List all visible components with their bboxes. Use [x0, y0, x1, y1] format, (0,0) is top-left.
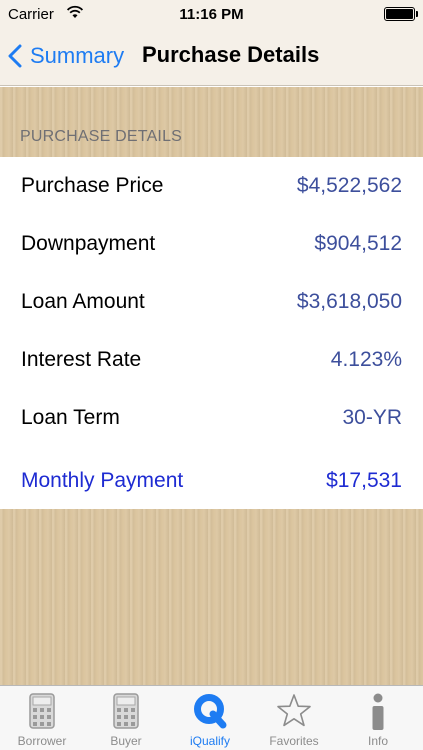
tab-label: Buyer [110, 734, 142, 748]
tab-favorites[interactable]: Favorites [252, 686, 336, 750]
calculator-icon [113, 693, 139, 729]
row-downpayment: Downpayment $904,512 [0, 215, 423, 273]
details-panel: Purchase Price $4,522,562 Downpayment $9… [0, 157, 423, 509]
status-bar: Carrier 11:16 PM [0, 0, 423, 30]
status-time: 11:16 PM [179, 6, 244, 23]
tab-bar: Borrower Buyer iQualify Favorites Info [0, 685, 423, 750]
row-label: Loan Amount [21, 290, 145, 313]
row-value: $17,531 [326, 469, 402, 492]
row-label: Downpayment [21, 232, 156, 255]
tab-label: iQualify [189, 734, 230, 748]
chevron-left-icon [8, 44, 22, 68]
row-monthly-payment: Monthly Payment $17,531 [0, 452, 423, 510]
battery-icon [384, 7, 418, 21]
row-value: $3,618,050 [296, 290, 402, 313]
tab-iqualify[interactable]: iQualify [168, 686, 252, 750]
tab-label: Favorites [269, 734, 319, 748]
row-value: $904,512 [314, 232, 402, 255]
row-value: 4.123% [330, 348, 402, 371]
section-header: PURCHASE DETAILS [20, 128, 183, 145]
row-loan-amount: Loan Amount $3,618,050 [0, 273, 423, 331]
row-loan-term: Loan Term 30-YR [0, 389, 423, 447]
row-value: 30-YR [342, 406, 402, 429]
row-label: Monthly Payment [21, 469, 184, 492]
star-icon [277, 694, 311, 727]
tab-info[interactable]: Info [336, 686, 420, 750]
header: Carrier 11:16 PM Summary Purchase Detail… [0, 0, 423, 86]
row-label: Purchase Price [21, 174, 164, 197]
tab-borrower[interactable]: Borrower [0, 686, 84, 750]
q-logo-icon [194, 694, 227, 729]
tab-buyer[interactable]: Buyer [84, 686, 168, 750]
page-title: Purchase Details [142, 42, 320, 67]
row-label: Loan Term [21, 406, 120, 429]
row-value: $4,522,562 [296, 174, 402, 197]
row-label: Interest Rate [21, 348, 142, 371]
back-button[interactable]: Summary [8, 38, 124, 74]
row-purchase-price: Purchase Price $4,522,562 [0, 157, 423, 215]
info-icon [372, 693, 384, 730]
tab-label: Borrower [17, 734, 67, 748]
tab-label: Info [367, 734, 388, 748]
back-button-label: Summary [30, 43, 125, 68]
calculator-icon [29, 693, 55, 729]
row-interest-rate: Interest Rate 4.123% [0, 331, 423, 389]
